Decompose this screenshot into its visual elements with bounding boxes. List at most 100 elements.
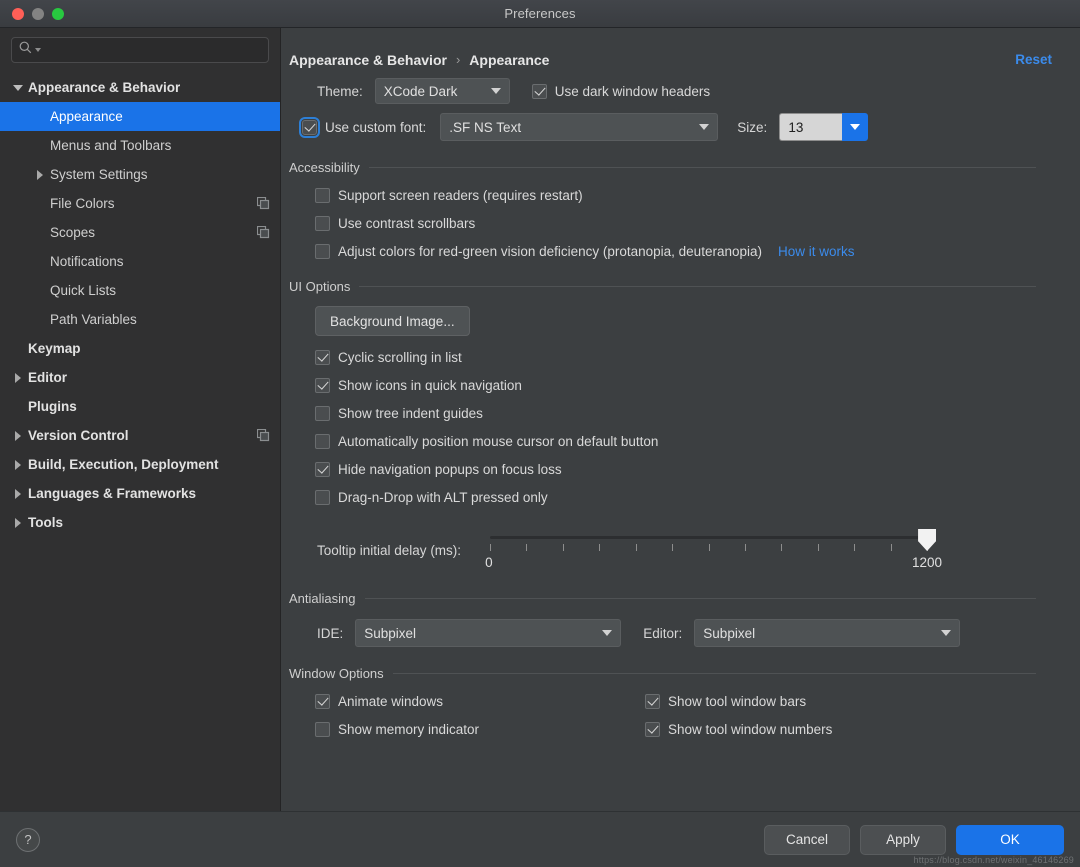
theme-dropdown[interactable]: XCode Dark bbox=[374, 78, 510, 104]
sidebar-item-editor[interactable]: Editor bbox=[0, 363, 280, 392]
sidebar-item-build-execution-deployment[interactable]: Build, Execution, Deployment bbox=[0, 450, 280, 479]
dark-window-headers-checkbox-row[interactable]: Use dark window headers bbox=[531, 77, 711, 105]
show-icons-in-quick-navigation-checkbox[interactable] bbox=[315, 377, 330, 393]
support-screen-readers-requires-restart-row[interactable]: Support screen readers (requires restart… bbox=[315, 181, 1060, 209]
sidebar-item-appearance-behavior[interactable]: Appearance & Behavior bbox=[0, 73, 280, 102]
search-box[interactable] bbox=[11, 37, 269, 63]
chevron-right-icon[interactable] bbox=[8, 517, 28, 528]
automatically-position-mouse-cursor-on-d-checkbox[interactable] bbox=[315, 433, 330, 449]
support-screen-readers-requires-restart-checkbox[interactable] bbox=[315, 187, 330, 203]
sidebar-item-menus-and-toolbars[interactable]: Menus and Toolbars bbox=[0, 131, 280, 160]
antialiasing-title: Antialiasing bbox=[289, 591, 356, 606]
slider-thumb[interactable] bbox=[918, 529, 937, 551]
drag-n-drop-with-alt-pressed-only-checkbox[interactable] bbox=[315, 489, 330, 505]
breadcrumb: Appearance & Behavior › Appearance Reset bbox=[281, 28, 1060, 74]
chevron-right-icon[interactable] bbox=[8, 488, 28, 499]
search-input[interactable] bbox=[44, 43, 261, 57]
use-contrast-scrollbars-checkbox[interactable] bbox=[315, 215, 330, 231]
animate-windows-checkbox[interactable] bbox=[315, 693, 330, 709]
automatically-position-mouse-cursor-on-d-row[interactable]: Automatically position mouse cursor on d… bbox=[315, 427, 1060, 455]
section-divider bbox=[364, 598, 1036, 599]
hide-navigation-popups-on-focus-loss-checkbox[interactable] bbox=[315, 461, 330, 477]
chevron-right-icon[interactable] bbox=[8, 459, 28, 470]
section-divider bbox=[392, 673, 1036, 674]
animate-windows-row[interactable]: Animate windows bbox=[315, 687, 645, 715]
sidebar-item-tools[interactable]: Tools bbox=[0, 508, 280, 537]
sidebar-item-label: Languages & Frameworks bbox=[28, 486, 197, 501]
sidebar-item-plugins[interactable]: Plugins bbox=[0, 392, 280, 421]
chevron-down-icon[interactable] bbox=[8, 84, 28, 91]
font-family-dropdown[interactable]: .SF NS Text bbox=[440, 113, 719, 141]
antialiasing-section-header: Antialiasing bbox=[289, 591, 1060, 606]
drag-n-drop-with-alt-pressed-only-row[interactable]: Drag-n-Drop with ALT pressed only bbox=[315, 483, 1060, 511]
sidebar-item-quick-lists[interactable]: Quick Lists bbox=[0, 276, 280, 305]
chevron-right-icon[interactable] bbox=[30, 169, 50, 180]
use-custom-font-checkbox[interactable] bbox=[299, 116, 320, 138]
show-tool-window-bars-label: Show tool window bars bbox=[668, 693, 807, 709]
apply-button[interactable]: Apply bbox=[860, 824, 946, 855]
show-memory-indicator-checkbox[interactable] bbox=[315, 721, 330, 737]
sidebar-item-notifications[interactable]: Notifications bbox=[0, 247, 280, 276]
hide-navigation-popups-on-focus-loss-row[interactable]: Hide navigation popups on focus loss bbox=[315, 455, 1060, 483]
sidebar-item-system-settings[interactable]: System Settings bbox=[0, 160, 280, 189]
sidebar-item-path-variables[interactable]: Path Variables bbox=[0, 305, 280, 334]
slider-track[interactable] bbox=[490, 536, 928, 539]
watermark: https://blog.csdn.net/weixin_46146269 bbox=[913, 855, 1074, 865]
show-tree-indent-guides-checkbox[interactable] bbox=[315, 405, 330, 421]
sidebar-item-label: System Settings bbox=[50, 167, 148, 182]
adjust-colors-for-red-green-vision-defic-checkbox[interactable] bbox=[315, 243, 330, 259]
show-memory-indicator-row[interactable]: Show memory indicator bbox=[315, 715, 645, 743]
help-button[interactable]: ? bbox=[16, 827, 40, 852]
show-icons-in-quick-navigation-row[interactable]: Show icons in quick navigation bbox=[315, 371, 1060, 399]
breadcrumb-parent[interactable]: Appearance & Behavior bbox=[289, 52, 447, 68]
copy-settings-icon[interactable] bbox=[257, 429, 270, 442]
sidebar-item-appearance[interactable]: Appearance bbox=[0, 102, 280, 131]
accessibility-title: Accessibility bbox=[289, 160, 360, 175]
sidebar-item-version-control[interactable]: Version Control bbox=[0, 421, 280, 450]
dialog-button-bar: ? Cancel Apply OK https://blog.csdn.net/… bbox=[0, 811, 1080, 867]
copy-settings-icon[interactable] bbox=[257, 197, 270, 210]
show-tree-indent-guides-row[interactable]: Show tree indent guides bbox=[315, 399, 1060, 427]
breadcrumb-separator-icon: › bbox=[455, 52, 461, 67]
chevron-right-icon[interactable] bbox=[8, 372, 28, 383]
slider-tick bbox=[817, 544, 819, 551]
slider-tick bbox=[744, 544, 746, 551]
reset-link[interactable]: Reset bbox=[1015, 52, 1060, 67]
search-container bbox=[0, 37, 280, 71]
font-size-value[interactable]: 13 bbox=[779, 113, 843, 141]
slider-tick bbox=[562, 544, 564, 551]
ok-button[interactable]: OK bbox=[956, 824, 1064, 855]
use-custom-font-checkbox-row[interactable]: Use custom font: bbox=[299, 113, 426, 141]
search-options-chevron-icon[interactable] bbox=[35, 48, 41, 52]
search-icon bbox=[19, 41, 32, 59]
sidebar-item-keymap[interactable]: Keymap bbox=[0, 334, 280, 363]
sidebar-item-label: Keymap bbox=[28, 341, 81, 356]
background-image-button[interactable]: Background Image... bbox=[315, 306, 470, 336]
font-size-spinner[interactable]: 13 bbox=[779, 113, 869, 141]
sidebar-item-languages-frameworks[interactable]: Languages & Frameworks bbox=[0, 479, 280, 508]
font-size-dropdown-button[interactable] bbox=[842, 113, 869, 141]
show-tool-window-numbers-row[interactable]: Show tool window numbers bbox=[645, 715, 832, 743]
show-tool-window-numbers-checkbox[interactable] bbox=[645, 721, 660, 737]
breadcrumb-current: Appearance bbox=[469, 51, 550, 68]
use-contrast-scrollbars-row[interactable]: Use contrast scrollbars bbox=[315, 209, 1060, 237]
adjust-colors-for-red-green-vision-defic-label: Adjust colors for red-green vision defic… bbox=[338, 243, 762, 259]
cyclic-scrolling-in-list-row[interactable]: Cyclic scrolling in list bbox=[315, 343, 1060, 371]
dark-window-headers-label: Use dark window headers bbox=[554, 83, 711, 99]
cancel-button[interactable]: Cancel bbox=[764, 824, 850, 855]
copy-settings-icon[interactable] bbox=[257, 226, 270, 239]
adjust-colors-for-red-green-vision-defic-row[interactable]: Adjust colors for red-green vision defic… bbox=[315, 237, 1060, 265]
antialiasing-ide-dropdown[interactable]: Subpixel bbox=[355, 619, 622, 647]
animate-windows-label: Animate windows bbox=[338, 693, 444, 709]
show-tool-window-bars-row[interactable]: Show tool window bars bbox=[645, 687, 832, 715]
antialiasing-editor-dropdown[interactable]: Subpixel bbox=[694, 619, 961, 647]
tooltip-delay-slider[interactable]: 0 1200 bbox=[476, 525, 942, 575]
how-it-works-link[interactable]: How it works bbox=[778, 244, 855, 259]
show-tool-window-bars-checkbox[interactable] bbox=[645, 693, 660, 709]
chevron-right-icon[interactable] bbox=[8, 430, 28, 441]
sidebar-item-file-colors[interactable]: File Colors bbox=[0, 189, 280, 218]
cyclic-scrolling-in-list-checkbox[interactable] bbox=[315, 349, 330, 365]
dark-window-headers-checkbox[interactable] bbox=[531, 83, 547, 99]
ui-options-list: Cyclic scrolling in list Show icons in qu… bbox=[315, 336, 1060, 511]
sidebar-item-scopes[interactable]: Scopes bbox=[0, 218, 280, 247]
